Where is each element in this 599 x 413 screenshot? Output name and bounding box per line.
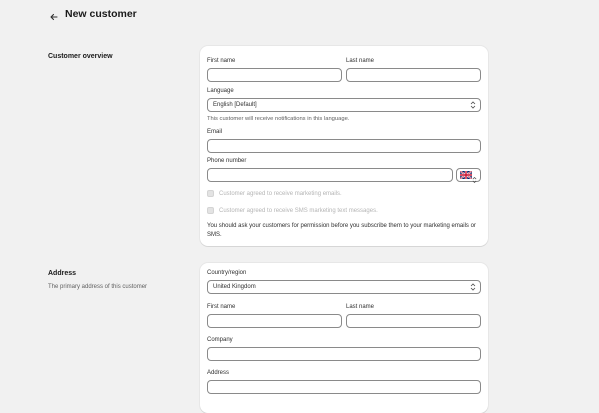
page-title: New customer — [65, 8, 137, 20]
arrow-left-icon[interactable] — [49, 9, 59, 21]
phone-country-select[interactable] — [456, 166, 481, 184]
address-label: Address — [207, 370, 230, 376]
first-name-label: First name — [207, 58, 236, 64]
select-chevron-icon — [470, 283, 476, 291]
section-title-address: Address — [48, 270, 77, 277]
select-chevron-icon — [470, 101, 476, 109]
address-last-name-label: Last name — [346, 304, 375, 310]
address-first-name-label: First name — [207, 304, 236, 310]
address-input[interactable] — [207, 380, 481, 394]
language-select[interactable]: English [Default] — [207, 98, 481, 112]
permission-note: You should ask your customers for permis… — [207, 223, 476, 238]
marketing-sms-row[interactable]: Customer agreed to receive SMS marketing… — [207, 207, 378, 214]
language-value: English [Default] — [213, 102, 257, 108]
marketing-sms-checkbox[interactable] — [207, 207, 214, 214]
first-name-input[interactable] — [207, 68, 342, 82]
country-region-select[interactable]: United Kingdom — [207, 280, 481, 294]
company-input[interactable] — [207, 347, 481, 361]
address-card: Country/region United Kingdom First name… — [200, 263, 488, 413]
language-label: Language — [207, 88, 234, 94]
country-region-label: Country/region — [207, 270, 247, 276]
marketing-email-checkbox[interactable] — [207, 190, 214, 197]
marketing-email-row[interactable]: Customer agreed to receive marketing ema… — [207, 190, 342, 197]
chevron-updown-icon — [472, 171, 477, 189]
section-title-customer-overview: Customer overview — [48, 53, 113, 60]
country-region-value: United Kingdom — [213, 284, 256, 290]
marketing-sms-label: Customer agreed to receive SMS marketing… — [219, 207, 378, 214]
language-help-text: This customer will receive notifications… — [207, 116, 350, 122]
last-name-label: Last name — [346, 58, 375, 64]
address-description: The primary address of this customer — [48, 284, 148, 290]
last-name-input[interactable] — [346, 68, 481, 82]
uk-flag-icon — [459, 166, 473, 184]
email-input[interactable] — [207, 139, 481, 153]
page-header: New customer — [49, 6, 137, 22]
phone-number-input[interactable] — [207, 168, 453, 182]
address-first-name-input[interactable] — [207, 314, 342, 328]
company-label: Company — [207, 337, 233, 343]
customer-overview-card: First name Last name Language English [D… — [200, 46, 488, 246]
phone-number-label: Phone number — [207, 158, 247, 164]
email-label: Email — [207, 129, 223, 135]
address-last-name-input[interactable] — [346, 314, 481, 328]
marketing-email-label: Customer agreed to receive marketing ema… — [219, 190, 342, 197]
